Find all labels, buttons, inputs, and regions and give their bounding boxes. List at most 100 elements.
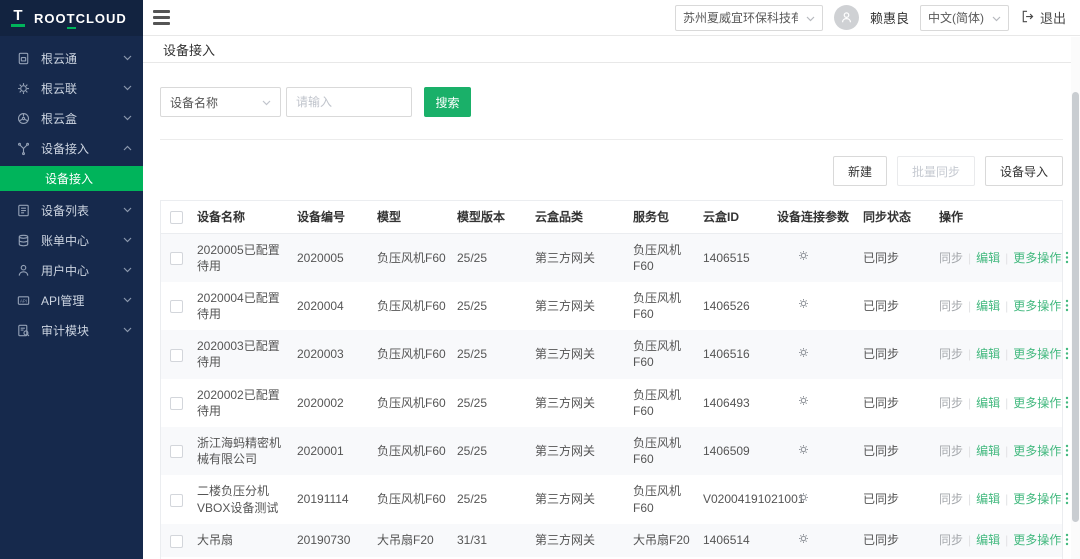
more-actions-dots-icon[interactable] [1065, 299, 1069, 312]
rootcloud-logo-mark-icon: T [11, 9, 25, 27]
sync-action[interactable]: 同步 [939, 444, 963, 458]
cell-device-code: 20190730 [297, 524, 377, 557]
sidebar-item-billing-center[interactable]: 账单中心 [0, 225, 143, 255]
cell-box-id: 1406526 [703, 282, 777, 330]
more-actions-dots-icon[interactable] [1065, 251, 1069, 264]
table-row: 2020004已配置待用 2020004 负压风机F60 25/25 第三方网关… [161, 282, 1062, 330]
more-actions[interactable]: 更多操作 [1013, 347, 1061, 361]
logout-button[interactable]: 退出 [1020, 8, 1066, 27]
more-actions-dots-icon[interactable] [1065, 533, 1069, 546]
row-checkbox[interactable] [170, 445, 183, 458]
cell-model: 负压风机F60 [377, 379, 457, 427]
sidebar-item-api-management[interactable]: API API管理 [0, 285, 143, 315]
cell-model: 负压风机F60 [377, 282, 457, 330]
connection-params-gear-icon[interactable] [797, 297, 810, 310]
search-button[interactable]: 搜索 [424, 87, 471, 117]
toolbar: 新建 批量同步 设备导入 [160, 156, 1063, 186]
edit-action[interactable]: 编辑 [976, 251, 1000, 265]
sidebar-item-label: API管理 [41, 292, 123, 309]
sidebar-subitem-device-access[interactable]: 设备接入 [0, 166, 143, 191]
action-separator: | [1005, 299, 1008, 313]
company-select-value: 苏州夏威宜环保科技有限... [683, 9, 798, 26]
row-checkbox[interactable] [170, 349, 183, 362]
sidebar-item-device-list[interactable]: 设备列表 [0, 195, 143, 225]
edit-action[interactable]: 编辑 [976, 347, 1000, 361]
more-actions-dots-icon[interactable] [1065, 347, 1069, 360]
more-actions-dots-icon[interactable] [1065, 492, 1069, 505]
select-all-checkbox[interactable] [170, 211, 183, 224]
row-checkbox[interactable] [170, 397, 183, 410]
search-input[interactable] [286, 87, 412, 117]
table-row: 2020002已配置待用 2020002 负压风机F60 25/25 第三方网关… [161, 379, 1062, 427]
cell-sync-status: 已同步 [863, 233, 939, 282]
edit-action[interactable]: 编辑 [976, 299, 1000, 313]
more-actions[interactable]: 更多操作 [1013, 396, 1061, 410]
rootcloud-logo-text: ROOTCLOUD [34, 11, 127, 26]
create-button[interactable]: 新建 [833, 156, 887, 186]
filter-field-select[interactable]: 设备名称 [160, 87, 281, 117]
connection-params-gear-icon[interactable] [797, 346, 810, 359]
sidebar-item-audit-module[interactable]: 审计模块 [0, 315, 143, 345]
language-select[interactable]: 中文(简体) [920, 5, 1009, 31]
topbar: 苏州夏威宜环保科技有限... 赖惠良 中文(简体) 退出 [143, 0, 1080, 36]
more-actions[interactable]: 更多操作 [1013, 444, 1061, 458]
connection-params-gear-icon[interactable] [797, 394, 810, 407]
row-checkbox[interactable] [170, 494, 183, 507]
cell-box-category: 第三方网关 [535, 282, 633, 330]
edit-action[interactable]: 编辑 [976, 492, 1000, 506]
page-title: 设备接入 [163, 40, 215, 59]
sidebar-item-genyuntong[interactable]: 根云通 [0, 43, 143, 73]
sidebar-item-genyunhe[interactable]: 根云盒 [0, 103, 143, 133]
company-select[interactable]: 苏州夏威宜环保科技有限... [675, 5, 823, 31]
row-checkbox[interactable] [170, 252, 183, 265]
more-actions-dots-icon[interactable] [1065, 396, 1069, 409]
cell-box-category: 第三方网关 [535, 330, 633, 378]
edit-action[interactable]: 编辑 [976, 444, 1000, 458]
sync-action[interactable]: 同步 [939, 347, 963, 361]
edit-action[interactable]: 编辑 [976, 533, 1000, 547]
table-row: 浙江海蚂精密机械有限公司 2020001 负压风机F60 25/25 第三方网关… [161, 427, 1062, 475]
user-name[interactable]: 赖惠良 [870, 8, 909, 27]
device-import-button[interactable]: 设备导入 [985, 156, 1063, 186]
more-actions[interactable]: 更多操作 [1013, 251, 1061, 265]
sidebar-item-user-center[interactable]: 用户中心 [0, 255, 143, 285]
more-actions[interactable]: 更多操作 [1013, 533, 1061, 547]
more-actions[interactable]: 更多操作 [1013, 492, 1061, 506]
action-separator: | [1005, 396, 1008, 410]
sidebar-item-device-access[interactable]: 设备接入 [0, 133, 143, 163]
cell-sync-status: 已同步 [863, 475, 939, 523]
action-separator: | [1005, 347, 1008, 361]
cell-device-name: 2020005已配置待用 [197, 233, 297, 282]
cell-service-package: 负压风机F60 [633, 379, 703, 427]
edit-action[interactable]: 编辑 [976, 396, 1000, 410]
more-actions[interactable]: 更多操作 [1013, 299, 1061, 313]
connection-params-gear-icon[interactable] [797, 532, 810, 545]
sync-action[interactable]: 同步 [939, 299, 963, 313]
sync-action[interactable]: 同步 [939, 251, 963, 265]
logo-mark-underline [11, 24, 25, 27]
cell-model: 负压风机F60 [377, 330, 457, 378]
cell-box-id: 1406514 [703, 524, 777, 557]
table-row: 2020005已配置待用 2020005 负压风机F60 25/25 第三方网关… [161, 233, 1062, 282]
user-avatar[interactable] [834, 5, 859, 30]
row-checkbox[interactable] [170, 300, 183, 313]
connection-params-gear-icon[interactable] [797, 249, 810, 262]
more-actions-dots-icon[interactable] [1065, 444, 1069, 457]
hamburger-menu-icon[interactable] [153, 10, 170, 25]
sync-action[interactable]: 同步 [939, 492, 963, 506]
scrollbar-thumb[interactable] [1072, 92, 1079, 522]
connection-params-gear-icon[interactable] [797, 443, 810, 456]
sync-action[interactable]: 同步 [939, 396, 963, 410]
row-checkbox[interactable] [170, 535, 183, 548]
cell-service-package: 负压风机F60 [633, 282, 703, 330]
sync-action[interactable]: 同步 [939, 533, 963, 547]
cell-device-name: 二楼负压分机VBOX设备测试 [197, 475, 297, 523]
cell-service-package: 负压风机F60 [633, 233, 703, 282]
chevron-down-icon [123, 267, 132, 273]
sidebar-item-genyunlian[interactable]: 根云联 [0, 73, 143, 103]
vertical-scrollbar[interactable] [1071, 37, 1080, 559]
batch-sync-button[interactable]: 批量同步 [897, 156, 975, 186]
cell-device-code: 2020002 [297, 379, 377, 427]
cell-device-name: 浙江海蚂精密机械有限公司 [197, 427, 297, 475]
connection-params-gear-icon[interactable] [797, 491, 810, 504]
